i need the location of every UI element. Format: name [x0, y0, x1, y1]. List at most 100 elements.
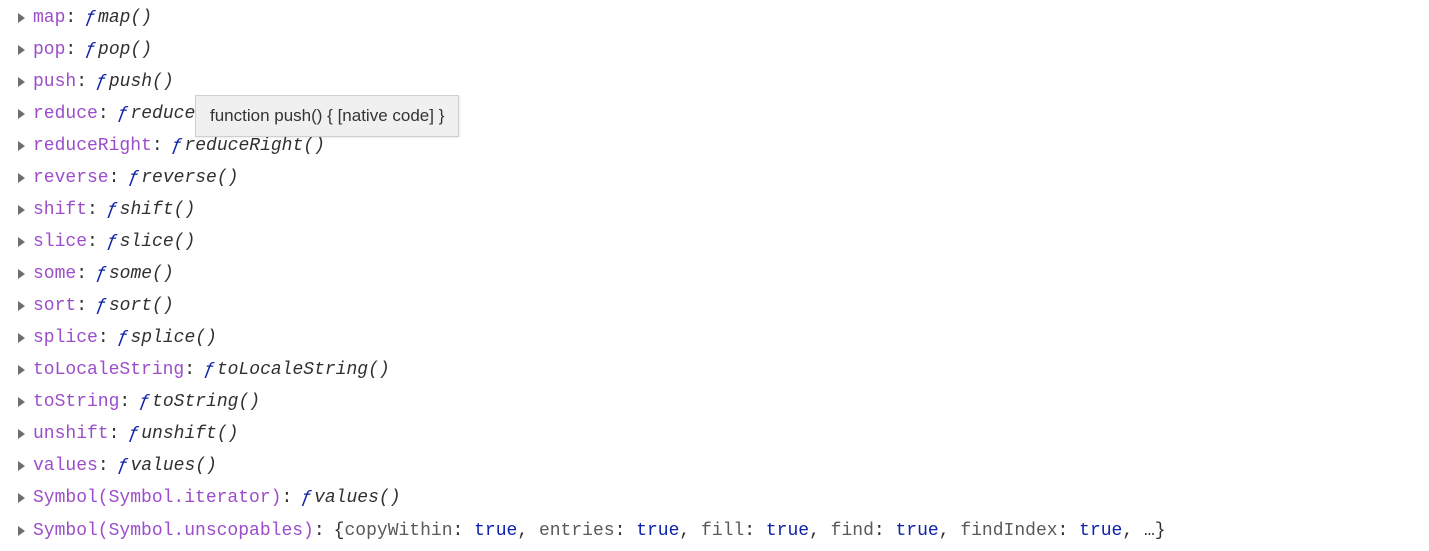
expand-triangle-icon[interactable] [18, 301, 25, 311]
preview-key: entries [539, 521, 615, 541]
property-row[interactable]: values: ƒ values() [18, 450, 1421, 482]
property-name: Symbol(Symbol.iterator) [33, 482, 281, 514]
property-name: some [33, 258, 76, 290]
function-signature: reduceRight() [184, 130, 324, 162]
expand-triangle-icon[interactable] [18, 397, 25, 407]
expand-triangle-icon[interactable] [18, 141, 25, 151]
function-signature: values() [314, 482, 400, 514]
property-row[interactable]: Symbol(Symbol.iterator): ƒ values() [18, 482, 1421, 514]
expand-triangle-icon[interactable] [18, 493, 25, 503]
expand-triangle-icon[interactable] [18, 269, 25, 279]
property-row[interactable]: some: ƒ some() [18, 258, 1421, 290]
preview-value: true [896, 521, 939, 541]
expand-triangle-icon[interactable] [18, 205, 25, 215]
function-glyph: ƒ [118, 98, 129, 130]
function-glyph: ƒ [204, 354, 215, 386]
function-signature: splice() [130, 322, 216, 354]
property-row[interactable]: unshift:ƒ unshift() [18, 418, 1421, 450]
function-glyph: ƒ [301, 482, 312, 514]
preview-value: true [474, 521, 517, 541]
function-glyph: ƒ [107, 194, 118, 226]
property-row[interactable]: slice:ƒ slice() [18, 226, 1421, 258]
function-glyph: ƒ [128, 162, 139, 194]
colon: : [65, 2, 76, 34]
expand-triangle-icon[interactable] [18, 237, 25, 247]
expand-triangle-icon[interactable] [18, 13, 25, 23]
property-name: toLocaleString [33, 354, 184, 386]
preview-value: true [1079, 521, 1122, 541]
console-object-properties: map:ƒ map()pop:ƒ pop()push:ƒ push()reduc… [0, 0, 1429, 549]
preview-key: findIndex [960, 521, 1057, 541]
function-signature: shift() [120, 194, 196, 226]
colon: : [98, 450, 109, 482]
preview-value: true [766, 521, 809, 541]
function-signature: unshift() [141, 418, 238, 450]
object-preview: {copyWithin: true, entries: true, fill: … [334, 515, 1166, 547]
preview-key: find [831, 521, 874, 541]
property-row[interactable]: push:ƒ push() [18, 66, 1421, 98]
function-glyph: ƒ [85, 34, 96, 66]
property-name: values [33, 450, 98, 482]
expand-triangle-icon[interactable] [18, 173, 25, 183]
function-signature: values() [130, 450, 216, 482]
expand-triangle-icon[interactable] [18, 109, 25, 119]
property-name: reduceRight [33, 130, 152, 162]
preview-key: copyWithin [344, 521, 452, 541]
preview-value: true [636, 521, 679, 541]
colon: : [76, 258, 87, 290]
property-name: push [33, 66, 76, 98]
property-row[interactable]: reverse:ƒ reverse() [18, 162, 1421, 194]
colon: : [184, 354, 195, 386]
function-glyph: ƒ [118, 450, 129, 482]
expand-triangle-icon[interactable] [18, 333, 25, 343]
property-name: sort [33, 290, 76, 322]
function-glyph: ƒ [107, 226, 118, 258]
colon: : [98, 322, 109, 354]
function-signature: reverse() [141, 162, 238, 194]
colon: : [109, 162, 120, 194]
property-row[interactable]: reduceRight:ƒ reduceRight() [18, 130, 1421, 162]
colon: : [98, 98, 109, 130]
colon: : [314, 515, 325, 547]
property-name: reduce [33, 98, 98, 130]
property-name: Symbol(Symbol.unscopables) [33, 515, 314, 547]
expand-triangle-icon[interactable] [18, 461, 25, 471]
colon: : [152, 130, 163, 162]
property-row[interactable]: pop: ƒ pop() [18, 34, 1421, 66]
property-name: unshift [33, 418, 109, 450]
function-glyph: ƒ [85, 2, 96, 34]
property-row[interactable]: shift: ƒ shift() [18, 194, 1421, 226]
expand-triangle-icon[interactable] [18, 429, 25, 439]
function-signature: pop() [98, 34, 152, 66]
property-row[interactable]: sort:ƒ sort() [18, 290, 1421, 322]
colon: : [76, 66, 87, 98]
function-glyph: ƒ [118, 322, 129, 354]
property-name: pop [33, 34, 65, 66]
property-name: splice [33, 322, 98, 354]
function-glyph: ƒ [96, 258, 107, 290]
colon: : [281, 482, 292, 514]
expand-triangle-icon[interactable] [18, 45, 25, 55]
property-name: toString [33, 386, 119, 418]
property-row[interactable]: splice: ƒ splice() [18, 322, 1421, 354]
expand-triangle-icon[interactable] [18, 77, 25, 87]
property-name: slice [33, 226, 87, 258]
colon: : [87, 226, 98, 258]
property-row[interactable]: toLocaleString: ƒ toLocaleString() [18, 354, 1421, 386]
expand-triangle-icon[interactable] [18, 526, 25, 536]
property-row[interactable]: reduce:ƒ reduce() [18, 98, 1421, 130]
function-signature: sort() [109, 290, 174, 322]
function-signature: some() [109, 258, 174, 290]
property-row[interactable]: Symbol(Symbol.unscopables): {copyWithin: … [18, 515, 1421, 547]
function-signature: toLocaleString() [217, 354, 390, 386]
function-signature: push() [109, 66, 174, 98]
property-row[interactable]: toString:ƒ toString() [18, 386, 1421, 418]
function-glyph: ƒ [128, 418, 139, 450]
colon: : [109, 418, 120, 450]
colon: : [87, 194, 98, 226]
colon: : [65, 34, 76, 66]
expand-triangle-icon[interactable] [18, 365, 25, 375]
property-row[interactable]: map:ƒ map() [18, 2, 1421, 34]
function-glyph: ƒ [139, 386, 150, 418]
property-name: shift [33, 194, 87, 226]
